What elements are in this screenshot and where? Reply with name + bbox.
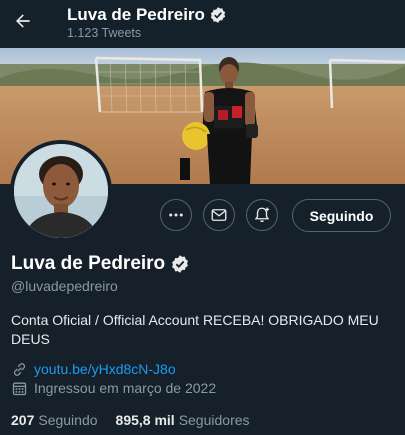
profile-name: Luva de Pedreiro [11,253,166,274]
calendar-icon [11,379,29,397]
link-icon [11,360,29,378]
profile-bio: Conta Oficial / Official Account RECEBA!… [11,312,379,347]
followers-label[interactable]: Seguidores [179,412,250,428]
arrow-left-icon [16,14,30,28]
profile-website: youtu.be/yHxd8cN-J8o [11,360,176,378]
following-count[interactable]: 207 [11,412,34,428]
header-name: Luva de Pedreiro [67,5,205,24]
more-icon [169,213,183,217]
back-button[interactable] [8,6,38,36]
verified-badge-icon [172,255,189,273]
message-icon [211,209,227,221]
header-title: Luva de Pedreiro [67,5,227,25]
notification-button[interactable] [246,199,278,231]
more-button[interactable] [160,199,192,231]
tweet-count: 1.123 Tweets [67,26,142,40]
verified-badge-icon [210,7,226,23]
following-label[interactable]: Seguindo [38,412,97,428]
following-button[interactable]: Seguindo [292,199,391,232]
notification-bell-icon [254,207,270,223]
followers-count[interactable]: 895,8 mil [116,412,175,428]
follow-stats: 207 Seguindo 895,8 mil Seguidores [11,412,268,428]
website-link[interactable]: youtu.be/yHxd8cN-J8o [34,361,176,377]
joined-date: Ingressou em março de 2022 [34,380,217,396]
profile-handle: @luvadepedreiro [11,278,118,294]
profile-joined: Ingressou em março de 2022 [11,379,216,397]
profile-header-bar: Luva de Pedreiro 1.123 Tweets [0,0,405,48]
profile-name-row: Luva de Pedreiro [11,253,190,275]
profile-avatar[interactable] [10,140,112,242]
message-button[interactable] [203,199,235,231]
